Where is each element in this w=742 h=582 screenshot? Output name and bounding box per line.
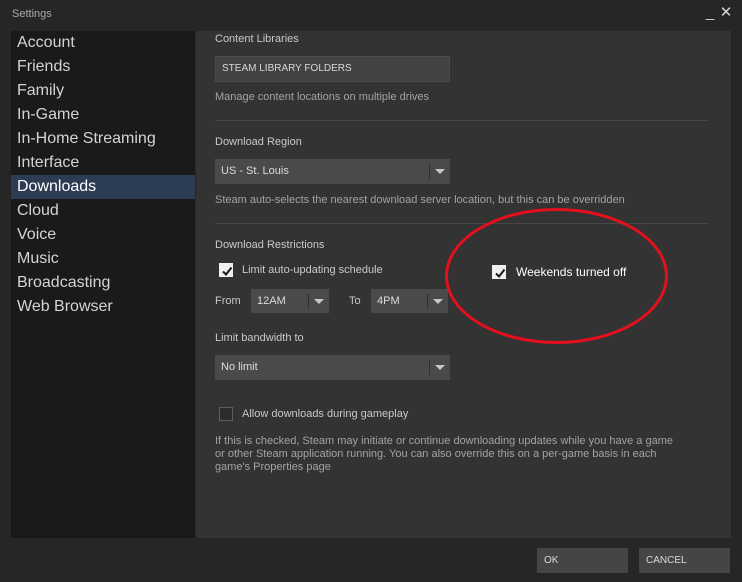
window-title: Settings (12, 8, 52, 20)
from-time-select[interactable]: 12AM (251, 289, 329, 313)
steam-library-folders-button[interactable]: STEAM LIBRARY FOLDERS (215, 56, 450, 82)
checkmark-icon (495, 268, 506, 279)
allow-downloads-gameplay-label: Allow downloads during gameplay (242, 408, 409, 420)
download-region-value: US - St. Louis (221, 165, 289, 177)
chevron-down-icon (435, 365, 445, 370)
content-libraries-heading: Content Libraries (215, 33, 299, 45)
sidebar-item-family[interactable]: Family (11, 79, 195, 103)
allow-downloads-gameplay-checkbox[interactable] (219, 407, 233, 421)
bandwidth-label: Limit bandwidth to (215, 332, 304, 344)
from-time-value: 12AM (257, 295, 286, 307)
sidebar-item-in-home-streaming[interactable]: In-Home Streaming (11, 127, 195, 151)
title-bar: Settings _ ✕ (0, 0, 742, 28)
sidebar-item-voice[interactable]: Voice (11, 223, 195, 247)
limit-schedule-label: Limit auto-updating schedule (242, 264, 383, 276)
sidebar-item-friends[interactable]: Friends (11, 55, 195, 79)
download-region-heading: Download Region (215, 136, 302, 148)
section-divider (215, 223, 709, 224)
select-separator (429, 360, 430, 375)
limit-schedule-checkbox[interactable] (219, 263, 233, 277)
sidebar-item-account[interactable]: Account (11, 31, 195, 55)
sidebar-item-downloads[interactable]: Downloads (11, 175, 195, 199)
sidebar-item-interface[interactable]: Interface (11, 151, 195, 175)
select-separator (429, 164, 430, 179)
weekends-off-label: Weekends turned off (516, 265, 627, 279)
download-restrictions-heading: Download Restrictions (215, 239, 325, 251)
to-time-select[interactable]: 4PM (371, 289, 448, 313)
bandwidth-select[interactable]: No limit (215, 355, 450, 380)
checkmark-icon (222, 266, 233, 277)
gameplay-description: If this is checked, Steam may initiate o… (215, 435, 673, 473)
download-region-select[interactable]: US - St. Louis (215, 159, 450, 184)
sidebar-item-in-game[interactable]: In-Game (11, 103, 195, 127)
sidebar-item-web-browser[interactable]: Web Browser (11, 295, 195, 319)
download-region-description: Steam auto-selects the nearest download … (215, 194, 625, 206)
sidebar-item-music[interactable]: Music (11, 247, 195, 271)
content-libraries-description: Manage content locations on multiple dri… (215, 91, 430, 103)
settings-sidebar: Account Friends Family In-Game In-Home S… (11, 31, 195, 538)
sidebar-item-broadcasting[interactable]: Broadcasting (11, 271, 195, 295)
chevron-down-icon (314, 299, 324, 304)
weekends-off-checkbox[interactable] (492, 265, 506, 279)
select-separator (427, 294, 428, 309)
to-label: To (349, 295, 361, 307)
close-icon[interactable]: ✕ (718, 4, 734, 22)
ok-button[interactable]: OK (537, 548, 628, 573)
cancel-button[interactable]: CANCEL (639, 548, 730, 573)
chevron-down-icon (435, 169, 445, 174)
section-divider (215, 120, 709, 121)
sidebar-item-cloud[interactable]: Cloud (11, 199, 195, 223)
bandwidth-value: No limit (221, 361, 258, 373)
chevron-down-icon (433, 299, 443, 304)
to-time-value: 4PM (377, 295, 400, 307)
from-label: From (215, 295, 241, 307)
minimize-icon[interactable]: _ (702, 4, 718, 22)
select-separator (308, 294, 309, 309)
